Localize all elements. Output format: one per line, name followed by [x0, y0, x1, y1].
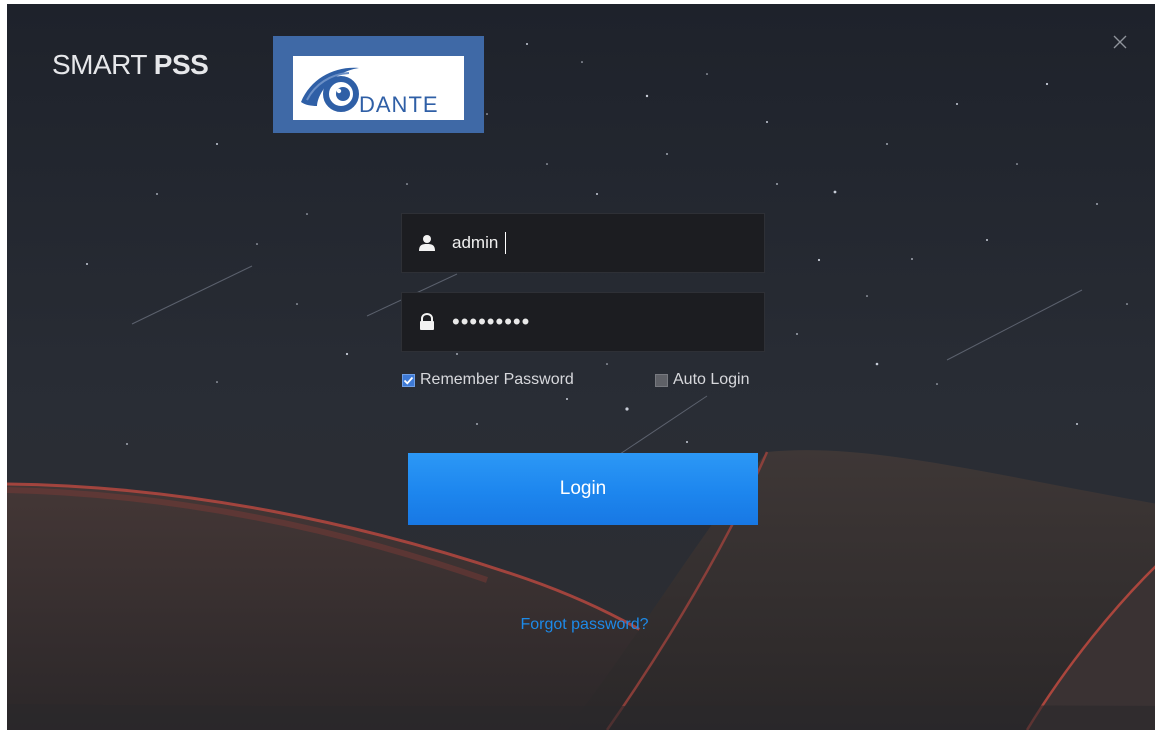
username-input[interactable]: [452, 226, 742, 260]
remember-password-label: Remember Password: [420, 371, 574, 388]
login-window: SMART PSS DANTE admin ••••••••• Remember…: [7, 4, 1155, 730]
auto-login-checkbox[interactable]: Auto Login: [655, 370, 750, 390]
username-field[interactable]: [401, 213, 765, 273]
logo-text: DANTE: [359, 92, 439, 117]
password-field[interactable]: [401, 292, 765, 352]
auto-login-box[interactable]: [655, 373, 668, 387]
forgot-password-link[interactable]: Forgot password?: [507, 616, 662, 634]
app-title-bold: PSS: [153, 49, 209, 80]
remember-password-box[interactable]: [402, 373, 415, 387]
text-cursor: [505, 232, 506, 254]
password-input[interactable]: [452, 305, 742, 339]
check-icon: [403, 376, 414, 385]
user-icon: [419, 235, 435, 251]
lock-icon: [420, 313, 434, 330]
close-icon: [1113, 35, 1127, 49]
auto-login-label: Auto Login: [673, 371, 750, 388]
login-button[interactable]: Login: [408, 453, 758, 525]
app-title-light: SMART: [52, 49, 154, 80]
app-title: SMART PSS: [52, 49, 209, 81]
remember-password-checkbox[interactable]: Remember Password: [402, 370, 574, 390]
company-logo-inner: DANTE: [293, 56, 464, 120]
eye-logo-icon: DANTE: [301, 67, 439, 117]
close-button[interactable]: [1108, 30, 1132, 54]
company-logo: DANTE: [273, 36, 484, 133]
